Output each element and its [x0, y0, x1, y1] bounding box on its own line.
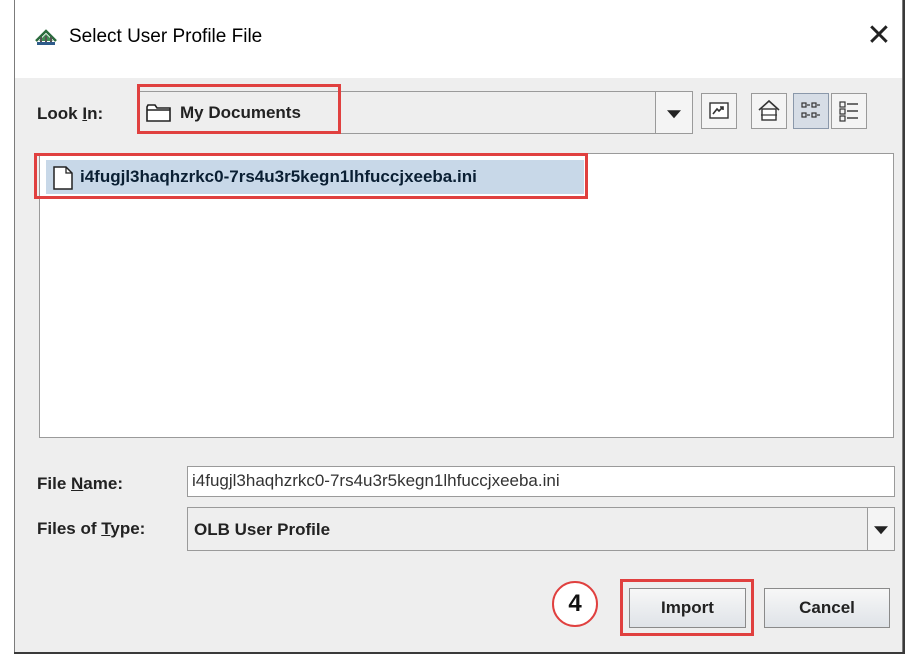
close-button[interactable]: ✕: [863, 18, 895, 54]
import-highlight: [620, 579, 754, 636]
look-in-highlight: [137, 84, 341, 134]
home-button[interactable]: [751, 93, 787, 129]
look-in-dropdown-button[interactable]: [655, 91, 693, 134]
file-type-value: OLB User Profile: [194, 520, 331, 539]
file-type-label-suffix: ype:: [110, 519, 146, 538]
background-strip: [0, 0, 14, 654]
file-name-field[interactable]: i4fugjl3haqhzrkc0-7rs4u3r5kegn1lhfuccjxe…: [187, 466, 895, 497]
home-icon: [758, 99, 780, 121]
file-type-dropdown-button[interactable]: [867, 507, 895, 551]
file-type-label-prefix: Files of: [37, 519, 102, 538]
file-type-label: Files of Type:: [37, 519, 145, 539]
list-view-icon: [801, 102, 820, 118]
details-view-icon: [839, 101, 858, 122]
up-folder-icon: [709, 102, 729, 119]
app-logo-icon: [35, 29, 57, 45]
file-name-label-mnemonic: N: [71, 474, 84, 493]
up-one-level-button[interactable]: [701, 93, 737, 129]
file-chooser-dialog: Select User Profile File ✕ Look In: My D…: [14, 0, 903, 652]
look-in-label-suffix: n:: [87, 104, 104, 123]
list-view-button[interactable]: [793, 93, 829, 129]
file-item-highlight: [34, 153, 588, 199]
look-in-label-prefix: Look: [37, 104, 83, 123]
file-type-combobox[interactable]: OLB User Profile: [187, 507, 895, 551]
window-title: Select User Profile File: [69, 26, 263, 47]
details-view-button[interactable]: [831, 93, 867, 129]
file-name-label: File Name:: [37, 474, 123, 494]
dialog-body: Look In: My Documents i4fugjl3haqhzrkc0-…: [15, 78, 902, 652]
file-name-label-prefix: File: [37, 474, 72, 493]
chevron-down-icon: [874, 526, 888, 535]
step-number-badge: 4: [552, 581, 598, 627]
file-name-label-suffix: ame:: [83, 474, 123, 493]
file-type-label-mnemonic: T: [101, 519, 111, 538]
chevron-down-icon: [667, 109, 681, 118]
look-in-label: Look In:: [37, 104, 103, 124]
cancel-button[interactable]: Cancel: [764, 588, 890, 628]
title-bar: Select User Profile File ✕: [15, 0, 902, 78]
